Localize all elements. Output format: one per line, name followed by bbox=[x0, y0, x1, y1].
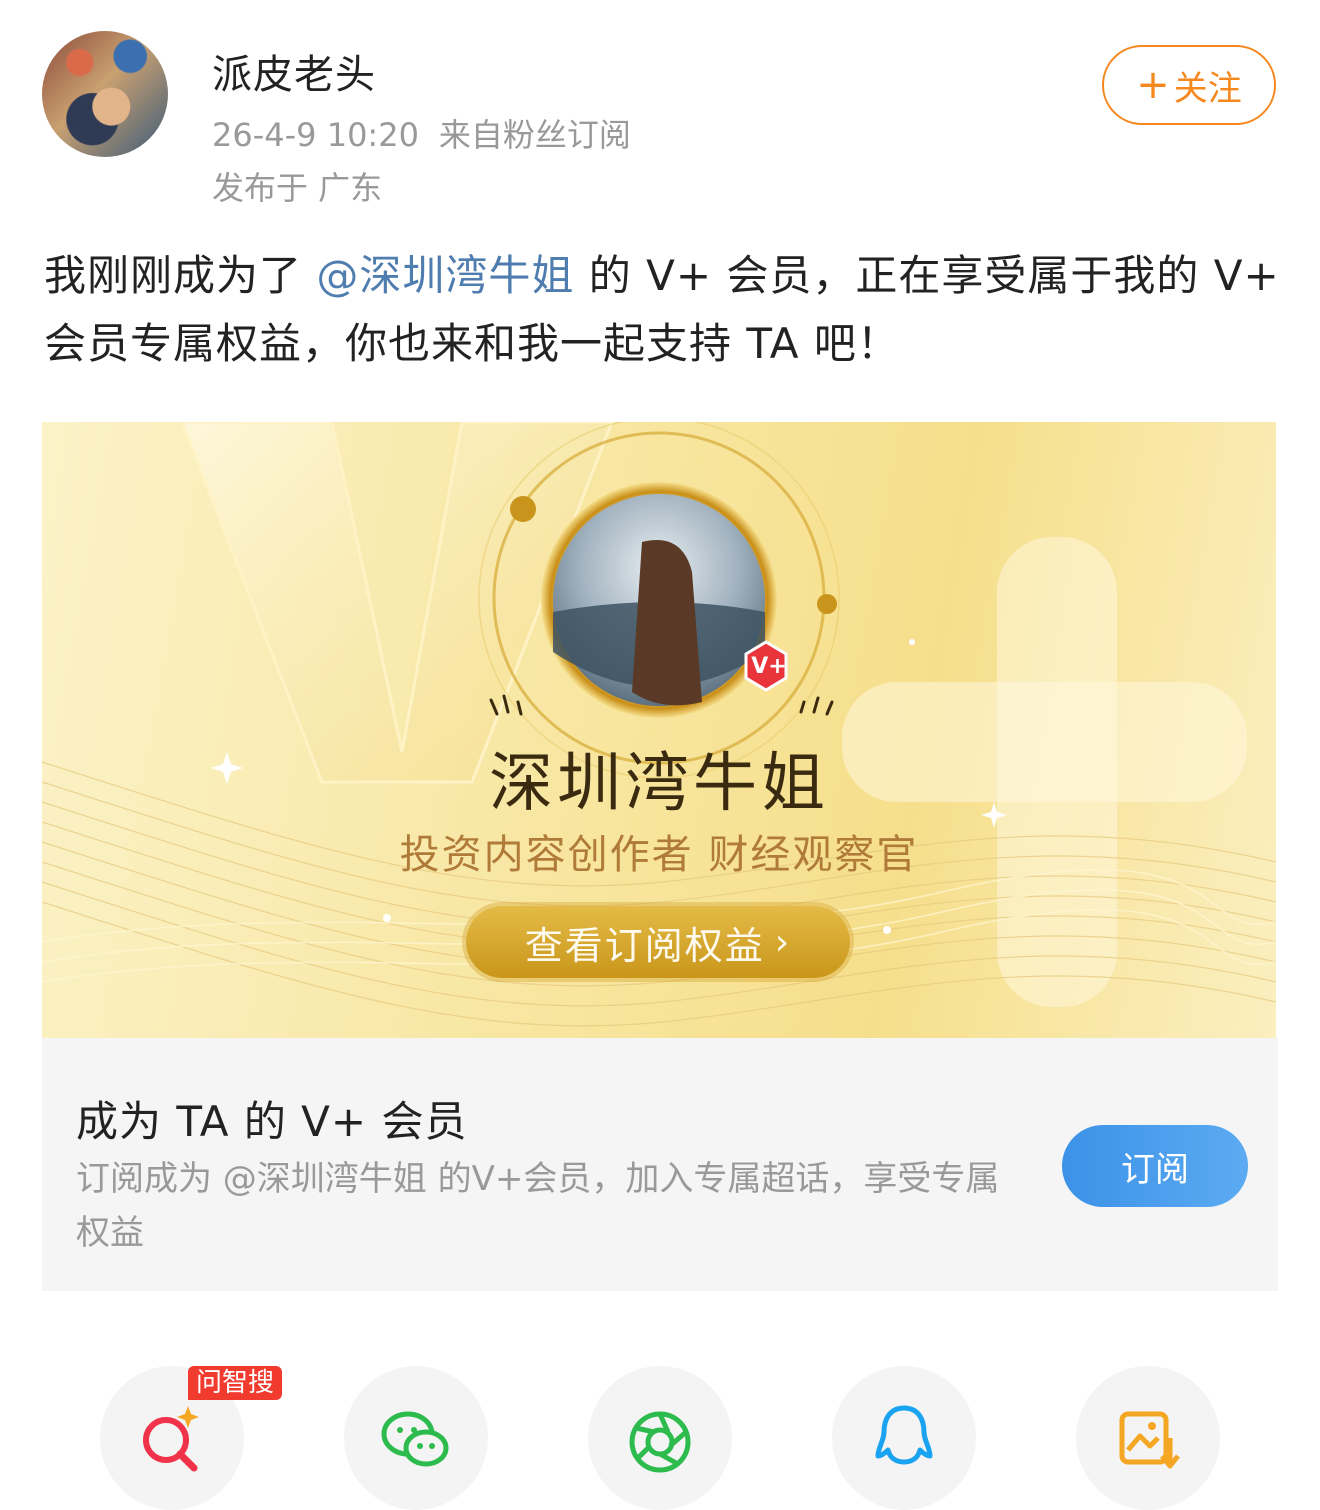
follow-button[interactable]: + 关注 bbox=[1102, 45, 1276, 125]
subscribe-button[interactable]: 订阅 bbox=[1062, 1125, 1248, 1207]
view-benefits-label: 查看订阅权益 bbox=[524, 923, 765, 968]
share-qq-button[interactable] bbox=[832, 1366, 976, 1510]
view-benefits-button[interactable]: 查看订阅权益 › bbox=[466, 906, 850, 978]
membership-card[interactable]: 成为 TA 的 V+ 会员 订阅成为 @深圳湾牛姐 的V+会员，加入专属超话，享… bbox=[42, 1038, 1278, 1291]
plus-icon: + bbox=[1136, 62, 1170, 108]
creator-title: 投资内容创作者 财经观察官 bbox=[399, 832, 919, 878]
share-save-image-button[interactable] bbox=[1076, 1366, 1220, 1510]
vplus-badge: V+ bbox=[751, 654, 787, 679]
author-name[interactable]: 派皮老头 bbox=[212, 42, 376, 100]
post-source: 来自粉丝订阅 bbox=[438, 116, 631, 154]
vplus-banner[interactable]: V+ 深圳湾牛姐 投资内容创作者 财经观察官 查看订阅权益 › bbox=[42, 422, 1276, 1038]
author-avatar[interactable] bbox=[42, 31, 168, 157]
membership-title: 成为 TA 的 V+ 会员 bbox=[76, 1097, 468, 1146]
mention-link[interactable]: @深圳湾牛姐 bbox=[316, 251, 574, 300]
post-text-before: 我刚刚成为了 bbox=[44, 251, 303, 300]
follow-label: 关注 bbox=[1173, 68, 1242, 109]
creator-name: 深圳湾牛姐 bbox=[489, 747, 829, 821]
qq-icon bbox=[875, 1405, 933, 1465]
post-location: 发布于 广东 bbox=[212, 169, 383, 207]
chevron-right-icon: › bbox=[774, 921, 792, 963]
ai-search-icon bbox=[143, 1406, 199, 1472]
save-image-icon bbox=[1119, 1411, 1180, 1469]
post-meta: 26-4-9 10:20 来自粉丝订阅 bbox=[212, 110, 631, 156]
wechat-icon bbox=[381, 1411, 449, 1467]
membership-description: 订阅成为 @深圳湾牛姐 的V+会员，加入专属超话，享受专属权益 bbox=[76, 1159, 1000, 1253]
moments-icon bbox=[629, 1411, 691, 1473]
share-moments-button[interactable] bbox=[588, 1366, 732, 1510]
post-text: 我刚刚成为了 @深圳湾牛姐 的 V+ 会员，正在享受属于我的 V+ 会员专属权益… bbox=[44, 242, 1280, 378]
post-time: 26-4-9 10:20 bbox=[212, 116, 419, 154]
share-wechat-button[interactable] bbox=[344, 1366, 488, 1510]
ai-search-badge: 问智搜 bbox=[188, 1366, 283, 1400]
